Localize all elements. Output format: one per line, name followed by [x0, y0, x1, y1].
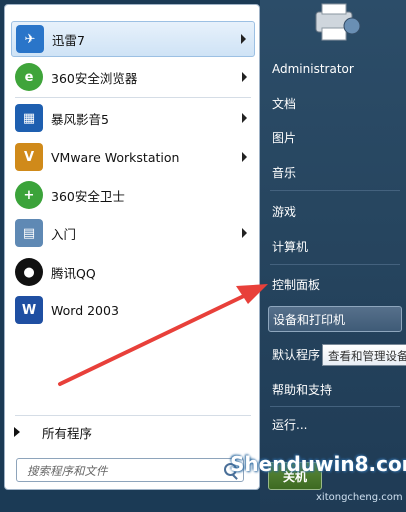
- program-label: 360安全卫士: [51, 188, 125, 204]
- watermark-sub-label: xitongcheng.com: [316, 492, 403, 503]
- qq-penguin-icon: ●: [15, 258, 43, 286]
- submenu-arrow-icon[interactable]: [242, 72, 247, 82]
- right-item-label: 控制面板: [272, 277, 321, 292]
- menu-item-games[interactable]: 游戏: [272, 198, 400, 224]
- submenu-arrow-icon[interactable]: [242, 113, 247, 123]
- submenu-arrow-icon[interactable]: [241, 34, 246, 44]
- program-label: 暴风影音5: [51, 111, 109, 127]
- printer-icon: [315, 3, 361, 41]
- search-placeholder: 搜索程序和文件: [27, 464, 108, 478]
- right-item-label: 计算机: [272, 239, 309, 254]
- program-label: 入门: [51, 226, 77, 242]
- right-item-label: 默认程序: [272, 347, 321, 362]
- submenu-arrow-icon[interactable]: [242, 152, 247, 162]
- xunlei-bird-icon: ✈: [16, 25, 44, 53]
- program-item-qq[interactable]: ● 腾讯QQ: [11, 254, 255, 290]
- menu-item-devices-printers[interactable]: 设备和打印机: [268, 306, 402, 332]
- menu-item-run[interactable]: 运行...: [272, 411, 400, 437]
- program-item-getting-started[interactable]: ▤ 入门: [11, 215, 255, 251]
- menu-item-pictures[interactable]: 图片: [272, 124, 400, 150]
- user-administrator[interactable]: Administrator: [272, 56, 400, 82]
- program-label: 迅雷7: [52, 32, 85, 48]
- right-item-label: Administrator: [272, 62, 354, 76]
- all-programs-arrow-icon: [14, 427, 20, 437]
- right-item-label: 设备和打印机: [273, 312, 346, 327]
- 360-browser-icon: e: [15, 63, 43, 91]
- program-item-xunlei[interactable]: ✈ 迅雷7: [11, 21, 255, 57]
- menu-item-documents[interactable]: 文档: [272, 90, 400, 116]
- program-item-360-safeguard[interactable]: + 360安全卫士: [11, 177, 255, 213]
- right-item-label: 图片: [272, 130, 297, 145]
- program-item-word[interactable]: W Word 2003: [11, 292, 255, 328]
- menu-item-music[interactable]: 音乐: [272, 159, 400, 185]
- vmware-icon: V: [15, 143, 43, 171]
- search-input[interactable]: 搜索程序和文件: [16, 458, 244, 482]
- programs-panel: ✈ 迅雷7 e 360安全浏览器 ▦ 暴风影音5 V VMware Workst…: [4, 4, 260, 490]
- menu-item-control-panel[interactable]: 控制面板: [272, 271, 400, 297]
- program-label: 腾讯QQ: [51, 265, 96, 281]
- right-item-label: 音乐: [272, 165, 297, 180]
- right-panel: Administrator 文档 图片 音乐 游戏 计算机 控制面板 设备和打印…: [260, 0, 406, 512]
- program-label: VMware Workstation: [51, 149, 180, 165]
- separator: [15, 415, 251, 416]
- word-icon: W: [15, 296, 43, 324]
- submenu-arrow-icon[interactable]: [242, 228, 247, 238]
- getting-started-icon: ▤: [15, 219, 43, 247]
- right-item-label: 游戏: [272, 204, 297, 219]
- separator: [270, 264, 400, 265]
- program-item-baofeng[interactable]: ▦ 暴风影音5: [11, 100, 255, 136]
- separator: [15, 97, 251, 98]
- 360-safeguard-icon: +: [15, 181, 43, 209]
- menu-item-computer[interactable]: 计算机: [272, 233, 400, 259]
- watermark-text: Shenduwin8.com: [230, 452, 406, 476]
- menu-item-help-support[interactable]: 帮助和支持: [272, 376, 400, 402]
- program-label: Word 2003: [51, 302, 119, 318]
- separator: [270, 406, 400, 407]
- right-item-label: 帮助和支持: [272, 382, 333, 397]
- start-menu: ✈ 迅雷7 e 360安全浏览器 ▦ 暴风影音5 V VMware Workst…: [0, 0, 406, 512]
- right-item-label: 文档: [272, 96, 297, 111]
- program-item-360-browser[interactable]: e 360安全浏览器: [11, 59, 255, 95]
- tooltip-text: 查看和管理设备: [328, 349, 406, 363]
- right-item-label: 运行...: [272, 417, 308, 432]
- all-programs-label: 所有程序: [42, 425, 93, 441]
- watermark-subtext: xitongcheng.com: [316, 492, 403, 503]
- baofeng-film-icon: ▦: [15, 104, 43, 132]
- program-label: 360安全浏览器: [51, 70, 138, 86]
- devices-tooltip: 查看和管理设备: [322, 344, 406, 366]
- all-programs-button[interactable]: 所有程序: [14, 420, 250, 444]
- program-item-vmware[interactable]: V VMware Workstation: [11, 139, 255, 175]
- separator: [270, 190, 400, 191]
- watermark-logo: Shenduwin8.com: [230, 452, 406, 476]
